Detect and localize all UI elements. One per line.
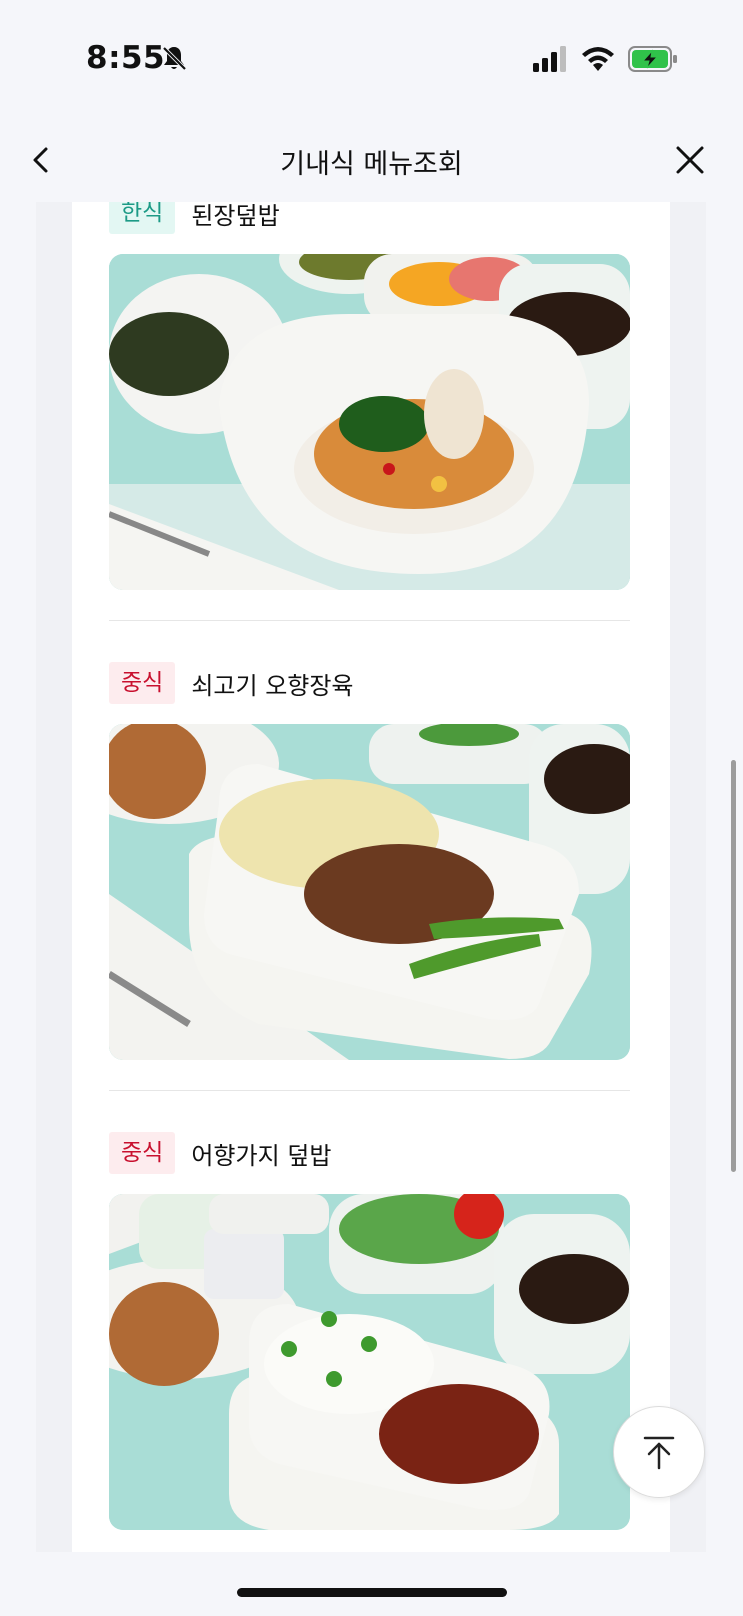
dish-photo	[109, 724, 630, 1060]
close-button[interactable]	[670, 140, 710, 180]
close-icon	[676, 146, 704, 174]
menu-list-container[interactable]: 한식 된장덮밥 중식 쇠고기 오향장육 중식 어향가지 덮밥	[36, 202, 706, 1552]
category-tag: 한식	[109, 202, 176, 234]
cellular-signal-icon	[533, 46, 569, 72]
category-tag: 중식	[109, 662, 176, 704]
menu-item-header: 중식 쇠고기 오향장육	[109, 662, 630, 704]
nav-bar: 기내식 메뉴조회	[0, 120, 743, 202]
page-title: 기내식 메뉴조회	[280, 149, 463, 180]
menu-card: 한식 된장덮밥 중식 쇠고기 오향장육 중식 어향가지 덮밥	[72, 202, 670, 1552]
menu-item-header: 중식 어향가지 덮밥	[109, 1132, 630, 1174]
menu-item: 중식 어향가지 덮밥	[109, 1132, 630, 1552]
dish-name: 된장덮밥	[191, 202, 280, 230]
status-time: 8:55	[86, 40, 166, 76]
bell-slash-icon	[160, 44, 188, 72]
wifi-icon	[581, 44, 615, 72]
menu-item: 한식 된장덮밥	[109, 202, 630, 592]
category-tag: 중식	[109, 1132, 176, 1174]
scroll-indicator[interactable]	[731, 760, 736, 1172]
dish-photo	[109, 1194, 630, 1530]
status-bar: 8:55	[0, 0, 743, 120]
menu-item: 중식 쇠고기 오향장육	[109, 662, 630, 1062]
home-indicator	[237, 1588, 507, 1597]
arrow-up-to-top-icon	[643, 1436, 675, 1470]
divider	[109, 1090, 630, 1091]
scroll-to-top-button[interactable]	[613, 1406, 705, 1498]
dish-name: 어향가지 덮밥	[191, 1141, 332, 1170]
battery-charging-icon	[628, 45, 678, 73]
menu-item-header: 한식 된장덮밥	[109, 202, 630, 234]
dish-photo	[109, 254, 630, 590]
dish-name: 쇠고기 오향장육	[191, 671, 354, 700]
divider	[109, 620, 630, 621]
